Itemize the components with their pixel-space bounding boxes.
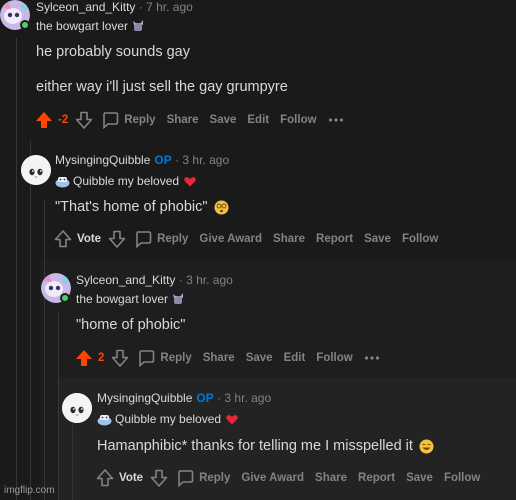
vote-label: Vote [119, 472, 144, 484]
save-button[interactable]: Save [406, 472, 433, 484]
upvote-icon[interactable] [96, 469, 114, 487]
username-text[interactable]: MysingingQuibble [97, 391, 192, 405]
share-button[interactable]: Share [315, 472, 347, 484]
flair-text: Quibble my beloved [115, 412, 222, 426]
user-flair: Quibble my beloved [97, 412, 238, 426]
op-badge: OP [196, 391, 214, 405]
reply-icon [178, 470, 194, 487]
comment-text: Hamanphibic* thanks for telling me I mis… [97, 438, 434, 454]
watermark: imgflip.com [4, 485, 55, 496]
follow-button[interactable]: Follow [444, 472, 480, 484]
comment-text-content: Hamanphibic* thanks for telling me I mis… [97, 438, 413, 454]
downvote-icon[interactable] [150, 469, 168, 487]
reply-label: Reply [199, 472, 231, 484]
timestamp[interactable]: 3 hr. ago [224, 391, 271, 405]
comment-actions: Vote Reply Give Award Share Report Save … [96, 469, 480, 487]
grinning-emoji-icon [419, 439, 434, 453]
comment: MysingingQuibble OP · 3 hr. ago Quibble m… [0, 0, 516, 500]
give-award-button[interactable]: Give Award [241, 472, 304, 484]
quibble-avatar-icon [62, 393, 92, 423]
reply-button[interactable]: Reply [176, 469, 230, 487]
heart-icon [226, 414, 238, 424]
avatar[interactable] [62, 393, 92, 423]
username[interactable]: MysingingQuibble OP · 3 hr. ago [97, 391, 271, 405]
quibble-flair-icon [97, 414, 112, 425]
report-button[interactable]: Report [358, 472, 395, 484]
